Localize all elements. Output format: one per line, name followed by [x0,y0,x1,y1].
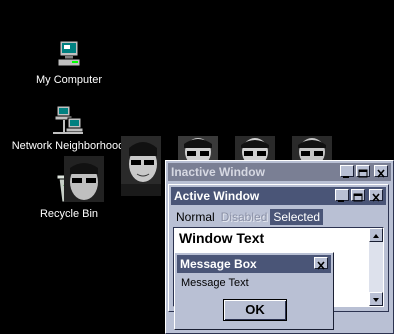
message-box-title: Message Box [180,257,257,271]
inactive-window-titlebar[interactable]: Inactive Window [168,163,391,181]
arrow-down-icon [373,298,379,302]
close-icon [377,169,385,178]
desktop-icon-label: Network Neighborhood [11,140,125,152]
active-window-title: Active Window [174,189,260,203]
close-button[interactable] [314,257,328,270]
arrow-up-icon [373,234,379,238]
minimize-button[interactable] [340,165,354,178]
menu-bar: Normal Disabled Selected [173,209,324,225]
message-box[interactable]: Message Box Message Text OK [174,252,334,330]
window-text: Window Text [179,230,265,246]
message-text: Message Text [181,277,249,289]
desktop-icon-network-neighborhood[interactable]: Network Neighborhood [10,104,126,153]
wallpaper-photo [121,136,161,196]
network-icon [53,105,84,134]
minimize-button[interactable] [335,189,349,202]
close-icon [372,193,380,202]
close-button[interactable] [374,165,388,178]
maximize-icon [358,169,368,178]
scroll-down-button[interactable] [369,292,383,306]
close-button[interactable] [369,189,383,202]
ok-button[interactable]: OK [223,299,287,321]
minimize-icon [343,176,349,178]
desktop-icon-label: Recycle Bin [39,208,99,220]
wallpaper-photo [64,156,104,202]
desktop-icon-my-computer[interactable]: My Computer [34,38,104,87]
desktop-icon-label: My Computer [35,74,103,86]
minimize-icon [338,200,344,202]
computer-icon [57,40,81,67]
menu-item-normal[interactable]: Normal [173,209,218,225]
menu-item-disabled: Disabled [220,210,268,224]
maximize-button[interactable] [356,165,370,178]
scroll-up-button[interactable] [369,228,383,242]
vertical-scrollbar[interactable] [369,228,383,306]
close-icon [317,261,325,270]
active-window-titlebar[interactable]: Active Window [171,187,386,205]
maximize-button[interactable] [351,189,365,202]
message-box-titlebar[interactable]: Message Box [177,255,331,273]
menu-item-selected[interactable]: Selected [270,209,324,225]
inactive-window-title: Inactive Window [171,165,265,179]
maximize-icon [353,193,363,202]
